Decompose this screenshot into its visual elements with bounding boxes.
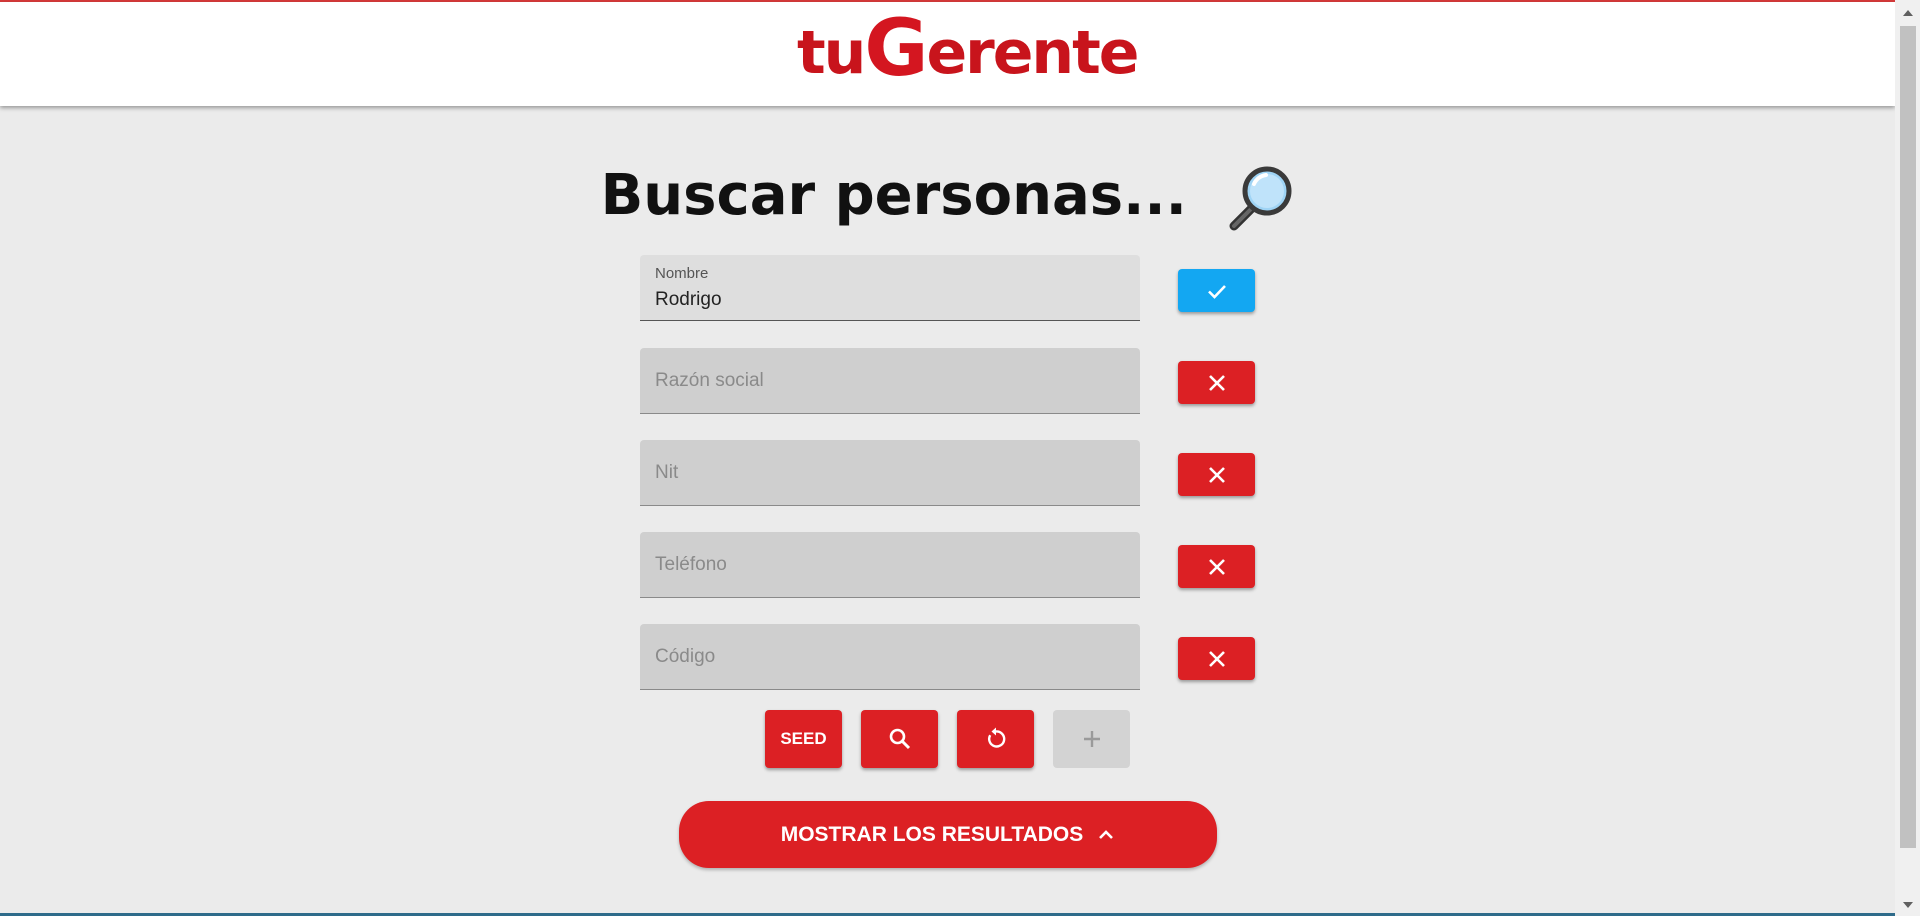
- nombre-confirm-button[interactable]: [1178, 269, 1255, 312]
- chevron-up-icon: [1099, 829, 1114, 839]
- magnifying-glass-icon: [1224, 164, 1294, 234]
- show-results-button[interactable]: MOSTRAR LOS RESULTADOS: [679, 801, 1217, 868]
- razon-social-placeholder: Razón social: [655, 370, 764, 391]
- add-button[interactable]: [1053, 710, 1130, 768]
- scroll-up-arrow-icon[interactable]: [1895, 2, 1920, 24]
- reset-icon: [987, 727, 1005, 748]
- razon-social-field[interactable]: Razón social: [640, 348, 1140, 414]
- nit-clear-button[interactable]: [1178, 453, 1255, 496]
- codigo-clear-button[interactable]: [1178, 637, 1255, 680]
- scrollbar-thumb[interactable]: [1900, 26, 1916, 848]
- logo-text-tu: tu: [797, 18, 866, 88]
- app-header: tu G erente: [0, 2, 1895, 106]
- nombre-field-value: Rodrigo: [655, 289, 722, 310]
- nombre-field[interactable]: Nombre Rodrigo: [640, 255, 1140, 321]
- plus-icon: [1083, 731, 1100, 747]
- nombre-field-label: Nombre: [655, 265, 709, 282]
- nit-placeholder: Nit: [655, 462, 679, 483]
- nit-field[interactable]: Nit: [640, 440, 1140, 506]
- scroll-down-arrow-icon[interactable]: [1895, 894, 1920, 916]
- codigo-field[interactable]: Código: [640, 624, 1140, 690]
- logo-text-g: G: [864, 4, 928, 94]
- logo-text-erente: erente: [926, 18, 1139, 88]
- search-button[interactable]: [861, 710, 938, 768]
- close-icon: [1208, 466, 1225, 483]
- check-icon: [1207, 284, 1226, 299]
- page-title-text: Buscar personas...: [600, 163, 1187, 228]
- page-title: Buscar personas...: [0, 163, 1895, 234]
- search-icon: [889, 728, 910, 750]
- close-icon: [1208, 374, 1225, 391]
- vertical-scrollbar[interactable]: [1895, 0, 1920, 916]
- close-icon: [1208, 650, 1225, 667]
- codigo-placeholder: Código: [655, 646, 716, 667]
- razon-social-clear-button[interactable]: [1178, 361, 1255, 404]
- reset-button[interactable]: [957, 710, 1034, 768]
- seed-button-label: SEED: [780, 729, 827, 748]
- close-icon: [1208, 558, 1225, 575]
- telefono-placeholder: Teléfono: [655, 554, 727, 575]
- tugerente-logo[interactable]: tu G erente: [797, 10, 1140, 88]
- telefono-clear-button[interactable]: [1178, 545, 1255, 588]
- seed-button[interactable]: SEED: [765, 710, 842, 768]
- telefono-field[interactable]: Teléfono: [640, 532, 1140, 598]
- show-results-label: MOSTRAR LOS RESULTADOS: [780, 822, 1084, 846]
